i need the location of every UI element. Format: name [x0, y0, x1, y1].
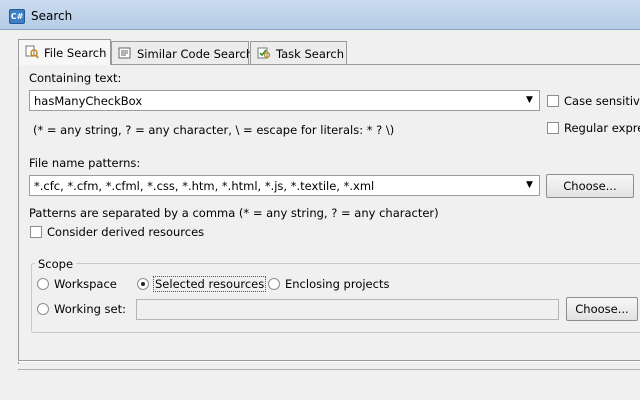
workspace-radio[interactable] [37, 278, 49, 290]
file-name-patterns-label: File name patterns: [29, 156, 141, 170]
consider-derived-checkbox[interactable] [30, 226, 42, 238]
choose-working-set-button[interactable]: Choose... [566, 297, 638, 321]
tab-task-search[interactable]: Task Search [250, 41, 347, 64]
tab-label: Similar Code Search [137, 47, 254, 61]
tab-label: File Search [44, 46, 107, 60]
containing-text-combo[interactable]: hasManyCheckBox ▼ [29, 90, 540, 111]
app-icon: C# [9, 9, 25, 24]
working-set-radio[interactable] [37, 303, 49, 315]
working-set-label: Working set: [54, 302, 127, 316]
selected-resources-label: Selected resources [153, 276, 267, 292]
tab-similar-code-search[interactable]: Similar Code Search [111, 41, 253, 64]
title-bar: C# Search [0, 0, 640, 30]
tab-file-search[interactable]: File Search [18, 39, 111, 65]
file-search-icon [25, 45, 39, 59]
choose-file-patterns-button[interactable]: Choose... [546, 174, 634, 198]
consider-derived-label: Consider derived resources [47, 225, 205, 239]
chevron-down-icon[interactable]: ▼ [522, 178, 537, 193]
chevron-down-icon[interactable]: ▼ [522, 93, 537, 108]
code-search-icon [118, 46, 132, 60]
containing-text-hint: (* = any string, ? = any character, \ = … [33, 123, 395, 137]
file-name-patterns-value: *.cfc, *.cfm, *.cfml, *.css, *.htm, *.ht… [34, 179, 375, 193]
tab-label: Task Search [276, 47, 344, 61]
separator [18, 369, 640, 370]
file-name-patterns-hint: Patterns are separated by a comma (* = a… [29, 206, 439, 220]
scope-group [31, 263, 640, 333]
enclosing-projects-radio[interactable] [268, 278, 280, 290]
workspace-label: Workspace [54, 277, 117, 291]
task-search-icon [257, 46, 271, 60]
containing-text-value: hasManyCheckBox [34, 94, 143, 108]
enclosing-projects-label: Enclosing projects [285, 277, 390, 291]
selected-resources-radio[interactable] [137, 278, 149, 290]
case-sensitive-label: Case sensitive [564, 94, 640, 108]
regex-checkbox[interactable] [547, 122, 559, 134]
scope-legend: Scope [35, 257, 77, 271]
containing-text-label: Containing text: [29, 71, 122, 85]
working-set-field[interactable] [136, 299, 559, 320]
selected-resources-label-wrap: Selected resources [153, 276, 267, 292]
window-title: Search [31, 9, 73, 23]
case-sensitive-checkbox[interactable] [547, 95, 559, 107]
regex-label: Regular expres [564, 121, 640, 135]
separator [18, 360, 640, 362]
file-name-patterns-combo[interactable]: *.cfc, *.cfm, *.cfml, *.css, *.htm, *.ht… [29, 175, 540, 196]
